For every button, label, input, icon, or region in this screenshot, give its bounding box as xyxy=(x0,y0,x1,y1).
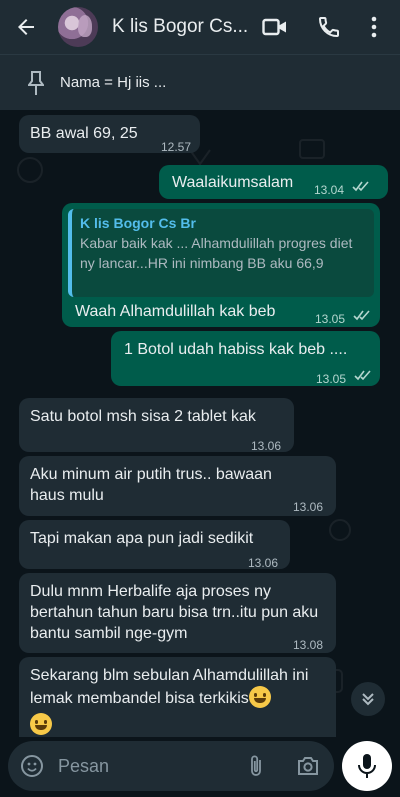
back-arrow-icon xyxy=(18,19,34,35)
message-text: Waah Alhamdulillah kak beb xyxy=(75,303,276,320)
message-time: 13.06 xyxy=(251,439,282,453)
attach-icon xyxy=(251,755,261,776)
message-time: 13.04 xyxy=(314,183,345,197)
message-text: BB awal 69, 25 xyxy=(30,125,138,142)
video-call-button[interactable] xyxy=(257,0,293,54)
chat-header: K lis Bogor Cs... xyxy=(0,0,400,54)
message-time: 13.05 xyxy=(316,372,347,386)
contact-avatar[interactable] xyxy=(58,7,98,47)
more-options-icon xyxy=(371,16,377,38)
pinned-message-bar[interactable]: Nama = Hj iis ... xyxy=(0,54,400,110)
quoted-sender: K lis Bogor Cs Br xyxy=(80,215,196,231)
read-ticks-icon xyxy=(352,181,369,192)
read-ticks-icon xyxy=(354,370,371,381)
scroll-to-bottom-button[interactable] xyxy=(351,682,385,716)
attach-button[interactable] xyxy=(244,754,268,778)
camera-icon xyxy=(298,757,318,775)
message-incoming[interactable]: Sekarang blm sebulan Alhamdulillah ini l… xyxy=(19,657,336,737)
message-outgoing[interactable]: Waalaikumsalam 13.04 xyxy=(159,165,388,199)
voice-call-button[interactable] xyxy=(311,0,347,54)
voice-message-button[interactable] xyxy=(342,741,392,791)
double-chevron-down-icon xyxy=(362,693,374,706)
message-text: Dulu mnm Herbalife aja proses ny bertahu… xyxy=(30,583,319,642)
message-text: 1 Botol udah habiss kak beb .... xyxy=(124,341,348,358)
pin-icon xyxy=(26,70,46,96)
message-time: 12.57 xyxy=(161,140,192,154)
quoted-text: Kabar baik kak ... Alhamdulillah progres… xyxy=(80,235,353,271)
message-time: 13.06 xyxy=(248,556,279,570)
composer-bar: Pesan xyxy=(0,737,400,797)
message-text: Waalaikumsalam xyxy=(172,174,294,191)
quoted-message[interactable]: K lis Bogor Cs Br Kabar baik kak ... Alh… xyxy=(68,209,374,297)
message-input-container[interactable]: Pesan xyxy=(8,741,334,791)
contact-name[interactable]: K lis Bogor Cs... xyxy=(112,16,252,38)
voice-call-icon xyxy=(318,17,339,38)
message-outgoing-reply[interactable]: K lis Bogor Cs Br Kabar baik kak ... Alh… xyxy=(62,203,380,327)
pinned-message-text: Nama = Hj iis ... xyxy=(60,74,167,91)
video-call-icon xyxy=(262,18,286,36)
message-body: Sekarang blm sebulan Alhamdulillah ini l… xyxy=(30,665,332,736)
grinning-emoji-icon xyxy=(248,686,271,708)
more-options-button[interactable] xyxy=(356,0,392,54)
message-incoming[interactable]: Tapi makan apa pun jadi sedikit 13.06 xyxy=(19,520,290,570)
message-text: Tapi makan apa pun jadi sedikit xyxy=(30,530,254,547)
grinning-emoji-icon xyxy=(30,713,52,735)
message-input[interactable]: Pesan xyxy=(58,756,109,777)
camera-button[interactable] xyxy=(296,754,320,778)
message-text: Satu botol msh sisa 2 tablet kak xyxy=(30,408,256,425)
mic-icon xyxy=(358,754,376,778)
message-time: 13.08 xyxy=(293,638,324,652)
message-incoming[interactable]: Satu botol msh sisa 2 tablet kak 13.06 xyxy=(19,398,294,453)
message-incoming[interactable]: Dulu mnm Herbalife aja proses ny bertahu… xyxy=(19,573,336,653)
message-incoming[interactable]: BB awal 69, 25 12.57 xyxy=(19,115,200,154)
sticker-button[interactable] xyxy=(20,754,44,778)
message-time: 13.06 xyxy=(293,500,324,514)
message-time: 13.05 xyxy=(315,312,346,326)
sticker-icon xyxy=(21,754,44,777)
back-button[interactable] xyxy=(6,0,46,54)
message-incoming[interactable]: Aku minum air putih trus.. bawaan haus m… xyxy=(19,456,336,516)
read-ticks-icon xyxy=(353,310,370,321)
message-outgoing[interactable]: 1 Botol udah habiss kak beb .... 13.05 xyxy=(111,331,380,386)
message-text: Aku minum air putih trus.. bawaan haus m… xyxy=(30,466,272,504)
chat-area[interactable]: BB awal 69, 25 12.57 Waalaikumsalam 13.0… xyxy=(0,110,400,737)
